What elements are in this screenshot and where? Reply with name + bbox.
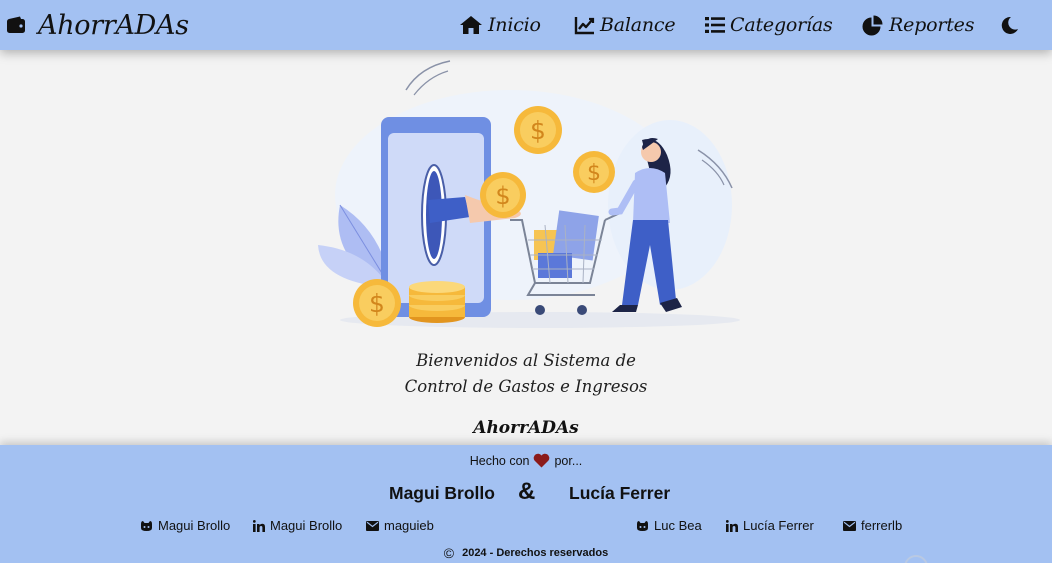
coin-stack — [409, 281, 465, 323]
svg-text:$: $ — [530, 116, 546, 145]
author2-github-link[interactable]: Luc Bea — [636, 518, 702, 533]
coin-icon: $ — [353, 279, 401, 327]
welcome-line-2: Control de Gastos e Ingresos — [404, 377, 648, 396]
author2-linkedin-link[interactable]: Lucía Ferrer — [726, 518, 814, 533]
heart-icon — [534, 453, 550, 468]
author-name-2: Lucía Ferrer — [569, 483, 671, 503]
hero-app-name: AhorrADAs — [473, 418, 579, 438]
welcome-message: Bienvenidos al Sistema de Control de Gas… — [376, 348, 676, 400]
nav-item-inicio[interactable]: Inicio — [459, 0, 541, 50]
author2-linkedin-label: Lucía Ferrer — [743, 518, 814, 533]
theme-toggle-button[interactable] — [1000, 0, 1019, 50]
coin-icon: $ — [480, 172, 526, 218]
linkedin-icon — [726, 519, 738, 532]
svg-text:$: $ — [587, 161, 601, 186]
copyright-icon: © — [443, 545, 455, 561]
envelope-icon — [843, 520, 856, 531]
copyright: © 2024 - Derechos reservados — [0, 545, 1052, 561]
nav-label-reportes: Reportes — [889, 14, 975, 36]
wallet-icon — [7, 16, 25, 33]
brand-title: AhorrADAs — [38, 9, 189, 41]
nav-label-categorias: Categorías — [730, 14, 833, 36]
nav-item-balance[interactable]: Balance — [574, 0, 676, 50]
author1-linkedin-label: Magui Brollo — [270, 518, 343, 533]
nav-label-inicio: Inicio — [488, 14, 541, 36]
nav-label-balance: Balance — [600, 14, 676, 36]
made-with-suffix: por... — [554, 453, 583, 468]
coin-icon: $ — [514, 106, 562, 154]
navbar: AhorrADAs Inicio Balance Categorías Repo… — [0, 0, 1052, 50]
made-with-prefix: Hecho con — [469, 453, 530, 468]
svg-text:$: $ — [369, 289, 385, 318]
author1-linkedin-link[interactable]: Magui Brollo — [253, 518, 342, 533]
envelope-icon — [366, 520, 379, 531]
hero-illustration: $ $ $ $ — [318, 60, 740, 328]
nav-item-categorias[interactable]: Categorías — [705, 0, 833, 50]
pie-chart-icon — [862, 15, 883, 35]
author1-github-label: Magui Brollo — [158, 518, 231, 533]
nav-item-reportes[interactable]: Reportes — [862, 0, 974, 50]
svg-text:$: $ — [495, 182, 510, 210]
moon-icon — [1001, 16, 1018, 34]
linkedin-icon — [253, 519, 265, 532]
made-with-line: Hecho con por... — [0, 453, 1052, 468]
author1-github-link[interactable]: Magui Brollo — [140, 518, 230, 533]
chart-line-icon — [574, 16, 595, 34]
author-name-1: Magui Brollo — [389, 483, 495, 503]
ampersand: & — [518, 478, 536, 505]
github-icon — [637, 520, 648, 531]
author1-email-label: maguieb — [384, 518, 434, 533]
author2-email-label: ferrerlb — [861, 518, 903, 533]
github-icon — [141, 520, 152, 531]
author2-github-label: Luc Bea — [654, 518, 702, 533]
footer: Hecho con por... Magui Brollo & Lucía Fe… — [0, 445, 1052, 563]
welcome-line-1: Bienvenidos al Sistema de — [416, 351, 636, 370]
author2-email-link[interactable]: ferrerlb — [843, 518, 902, 533]
author1-email-link[interactable]: maguieb — [366, 518, 434, 533]
brand[interactable]: AhorrADAs — [6, 0, 189, 50]
home-icon — [460, 16, 482, 34]
list-icon — [705, 17, 725, 33]
copyright-text: 2024 - Derechos reservados — [462, 547, 609, 559]
coin-icon: $ — [573, 151, 615, 193]
